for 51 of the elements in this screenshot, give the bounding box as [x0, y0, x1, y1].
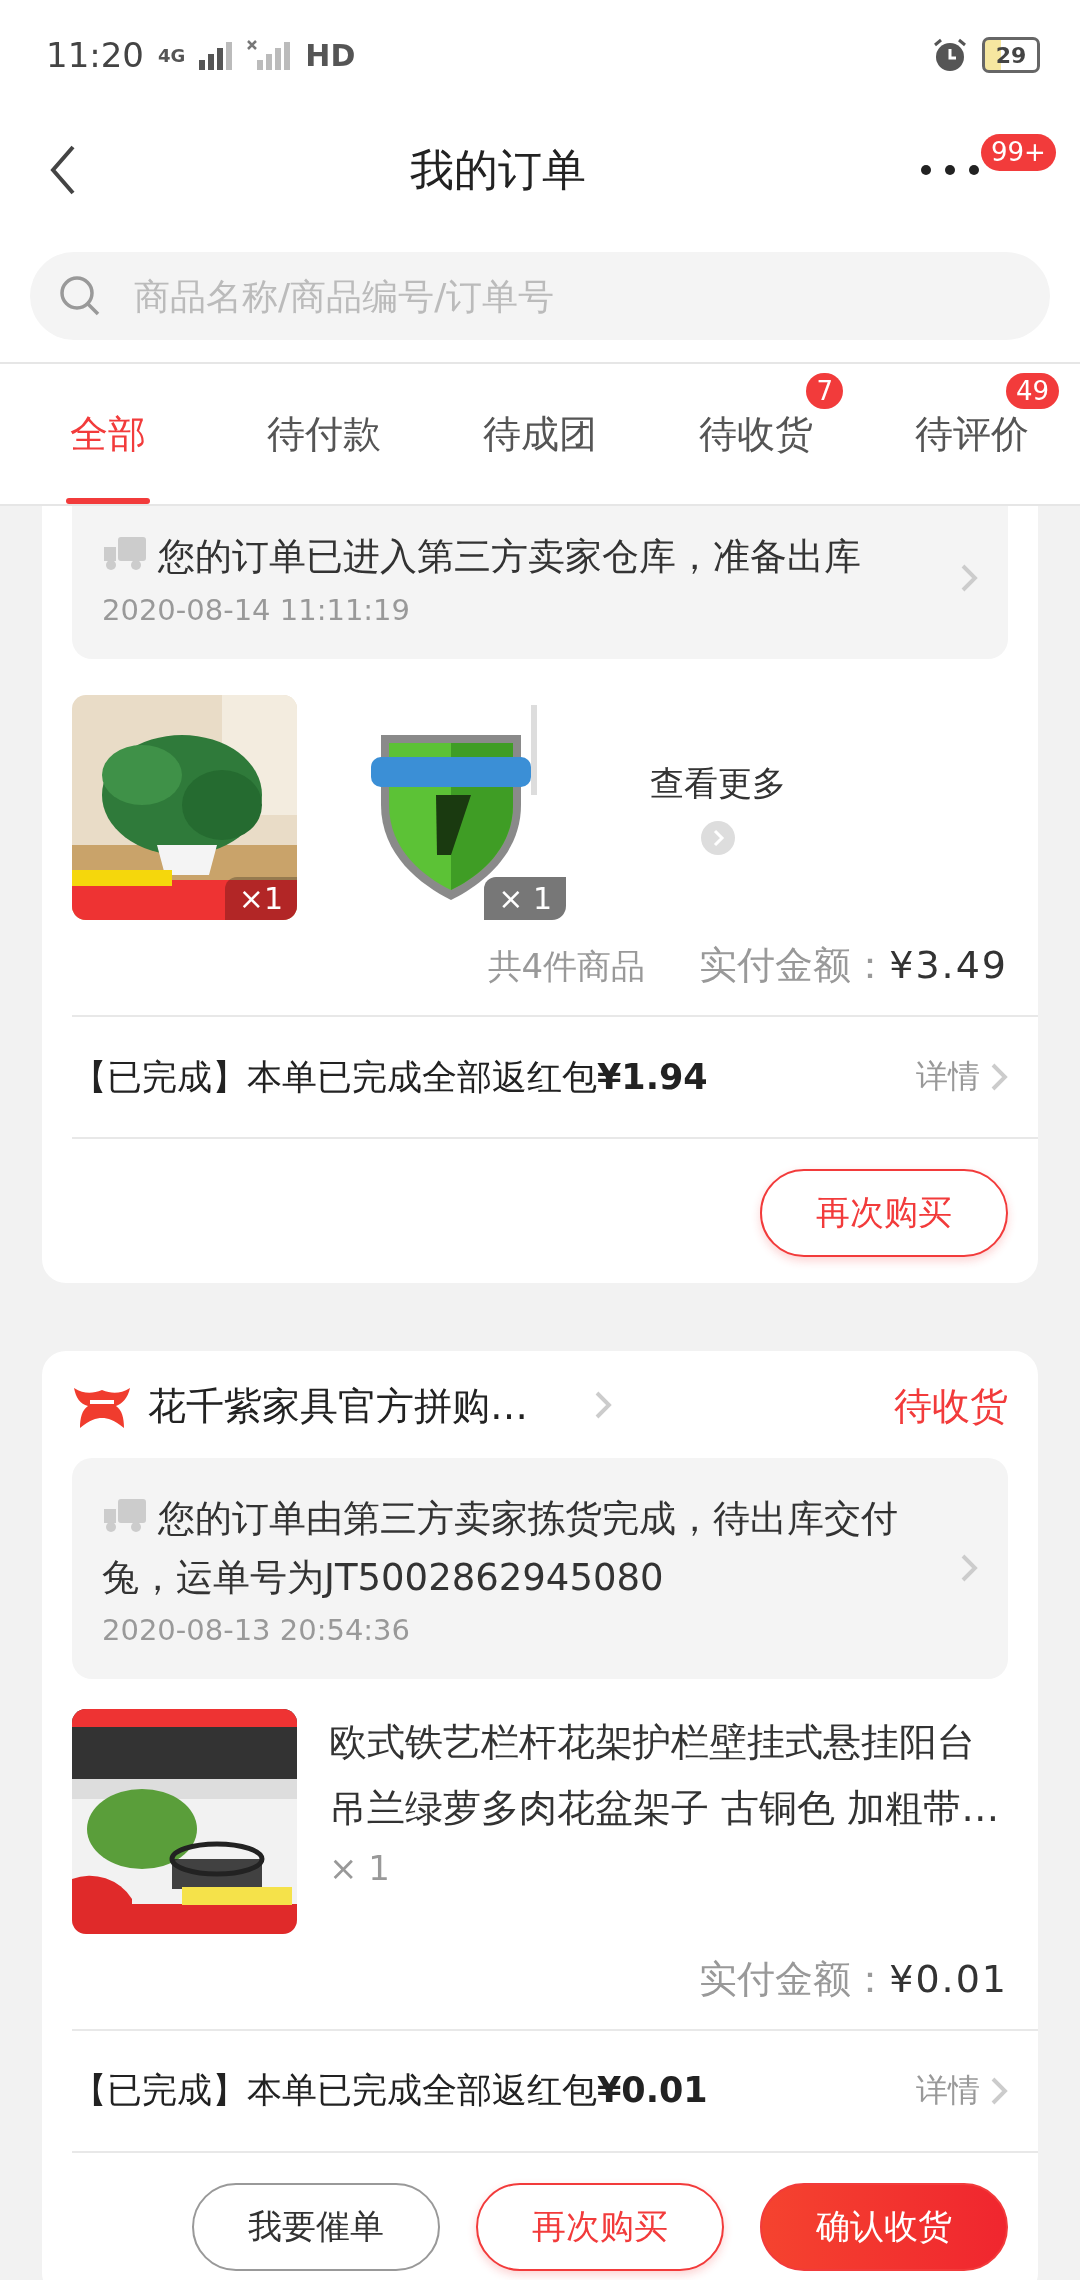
alarm-icon [932, 37, 968, 73]
view-more-link[interactable]: 查看更多 [650, 760, 786, 807]
tracking-time: 2020-08-14 11:11:19 [102, 593, 411, 628]
quantity-label: ×1 [224, 877, 297, 921]
network-label: 4G [158, 44, 186, 66]
action-button[interactable]: 再次购买 [760, 1169, 1008, 1258]
confirm-button[interactable]: 确认收货 [760, 2182, 1008, 2271]
paid-amount: ¥0.01 [889, 1956, 1008, 2001]
hd-label: HD [305, 37, 356, 73]
search-icon [58, 274, 102, 318]
paid-label: 实付金额： [699, 1955, 890, 2003]
chevron-circle-icon [701, 820, 735, 855]
truck-icon [102, 534, 148, 571]
product-title[interactable]: 欧式铁艺栏杆花架护栏壁挂式悬挂阳台吊兰绿萝多肉花盆架子 古铜色 加粗带… [329, 1708, 1008, 1842]
tracking-message: 您的订单由第三方卖家拣货完成，待出库交付兔，运单号为JT5002862945080 [102, 1496, 899, 1602]
tracking-time: 2020-08-13 20:54:36 [102, 1612, 411, 1647]
quantity-label: × 1 [484, 877, 566, 921]
order-tab[interactable]: 全部 [0, 364, 216, 504]
status-time: 11:20 [46, 35, 144, 75]
count-badge: 7 [806, 372, 843, 410]
tracking-panel[interactable]: 您的订单已进入第三方卖家仓库，准备出库 2020-08-14 11:11:19 [72, 506, 1008, 660]
order-tab[interactable]: 待付款 [216, 364, 432, 504]
order-tab[interactable]: 待评价 49 [864, 364, 1080, 504]
order-status: 待收货 [894, 1383, 1008, 1431]
chevron-right-icon [960, 1553, 978, 1584]
paid-amount: ¥3.49 [889, 943, 1008, 988]
paid-label: 实付金额： [699, 942, 890, 990]
count-badge: 49 [1005, 372, 1059, 410]
signal-off-icon [247, 40, 292, 70]
shop-name[interactable]: 花千紫家具官方拼购… [148, 1381, 528, 1433]
chevron-right-icon [960, 562, 978, 593]
item-count: 共4件商品 [487, 945, 646, 989]
action-button[interactable]: 我要催单 [192, 2182, 440, 2271]
tracking-message: 您的订单已进入第三方卖家仓库，准备出库 [102, 528, 944, 588]
truck-icon [102, 1497, 148, 1533]
chevron-right-icon [990, 2075, 1008, 2106]
order-tab[interactable]: 待收货 7 [648, 364, 864, 504]
notification-badge: 99+ [981, 134, 1056, 171]
search-field[interactable]: 商品名称/商品编号/订单号 [30, 252, 1050, 340]
page-title: 我的订单 [410, 142, 586, 197]
rebate-message: 【已完成】本单已完成全部返红包¥1.94 [72, 1055, 709, 1099]
chevron-right-icon [594, 1389, 612, 1420]
rebate-message: 【已完成】本单已完成全部返红包¥0.01 [72, 2069, 709, 2113]
action-button[interactable]: 再次购买 [476, 2182, 724, 2271]
signal-icon [199, 40, 234, 70]
tracking-panel[interactable]: 您的订单由第三方卖家拣货完成，待出库交付兔，运单号为JT5002862945080 2020-08-13 20:54:36 [72, 1458, 1008, 1679]
battery-level: 29 [982, 37, 1040, 73]
quantity-label: × 1 [329, 1847, 391, 1888]
chevron-right-icon [990, 1062, 1008, 1093]
back-icon[interactable] [50, 145, 76, 195]
order-tab[interactable]: 待成团 [432, 364, 648, 504]
